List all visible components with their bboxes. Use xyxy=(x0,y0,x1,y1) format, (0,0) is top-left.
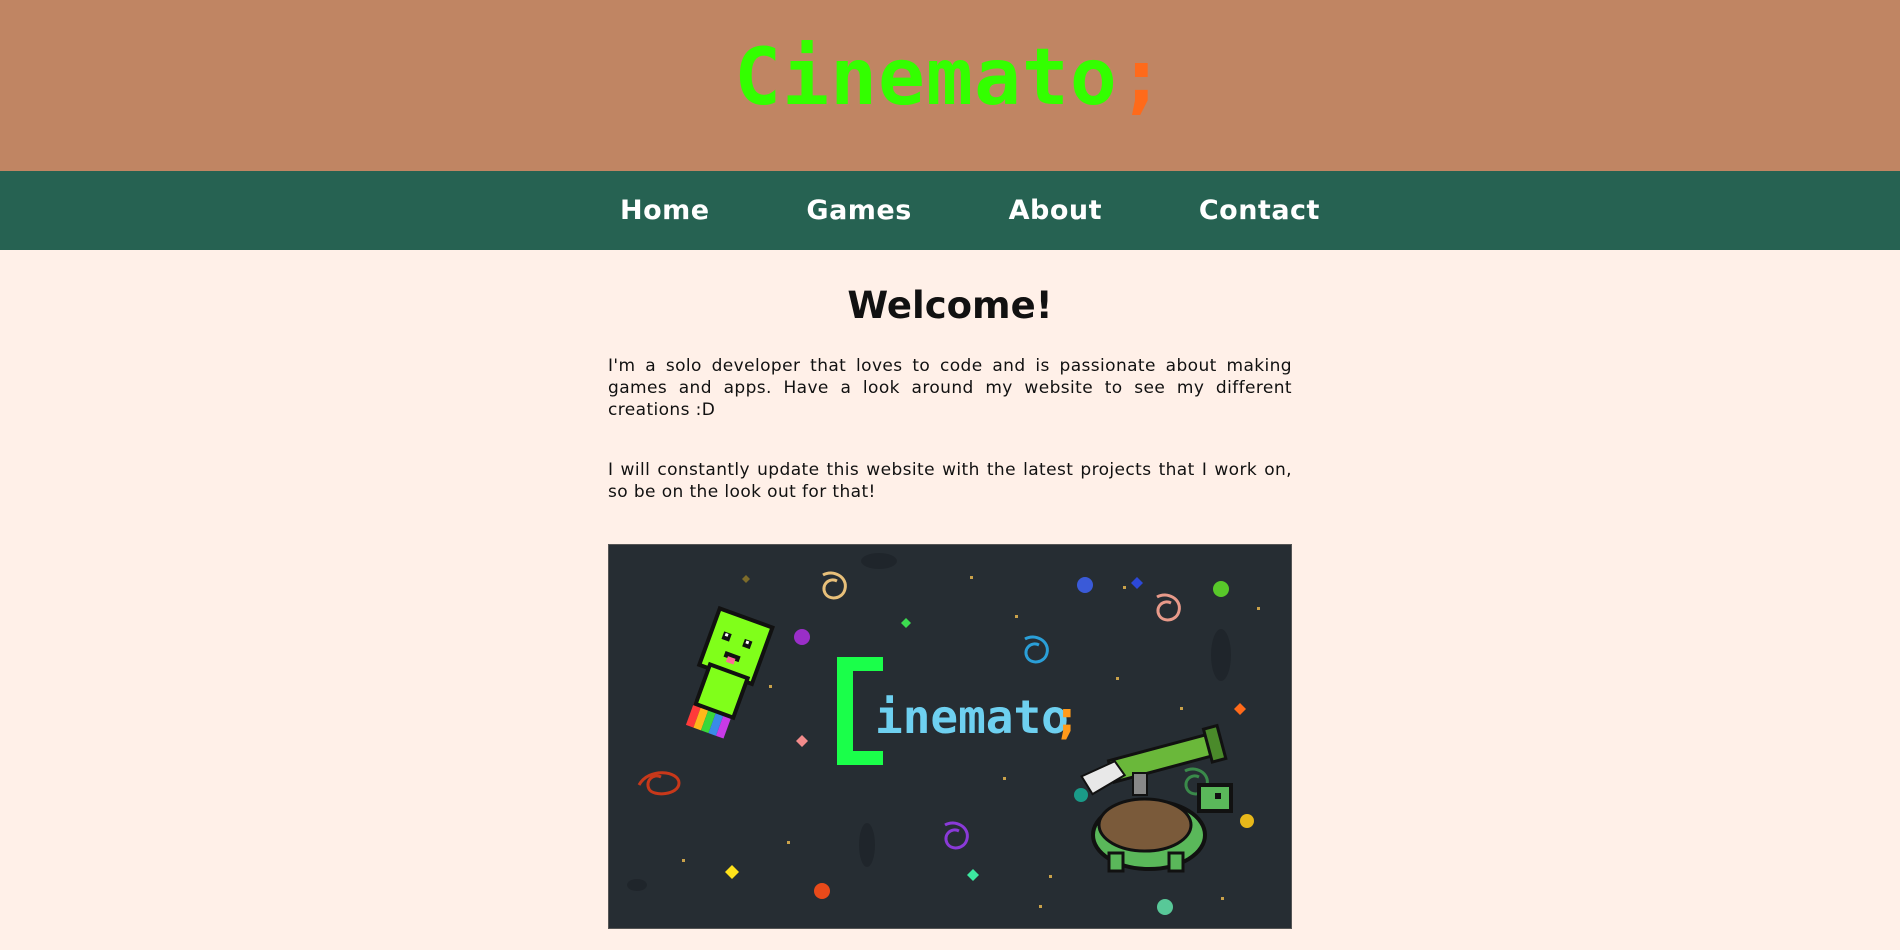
main-nav: Home Games About Contact xyxy=(0,171,1900,250)
logo-text: Cinemato xyxy=(734,32,1118,123)
banner-logo-semicolon: ; xyxy=(1053,690,1081,744)
banner-logo-text: inemato xyxy=(875,690,1069,744)
main-content: Welcome! I'm a solo developer that loves… xyxy=(608,286,1292,929)
banner-art: inemato ; xyxy=(627,553,1260,915)
nav-home-link[interactable]: Home xyxy=(620,195,710,226)
intro-paragraph: I'm a solo developer that loves to code … xyxy=(608,356,1292,420)
page-title: Welcome! xyxy=(847,284,1053,327)
nav-games-link[interactable]: Games xyxy=(806,195,911,226)
site-logo[interactable]: Cinemato; xyxy=(734,39,1166,117)
nav-about-link[interactable]: About xyxy=(1009,195,1102,226)
turtle-telescope-icon xyxy=(1080,723,1233,873)
update-paragraph: I will constantly update this website wi… xyxy=(608,460,1292,502)
nav-contact-link[interactable]: Contact xyxy=(1199,195,1320,226)
logo-semicolon: ; xyxy=(1117,32,1166,123)
banner-image: inemato ; xyxy=(608,544,1292,929)
green-mascot-icon xyxy=(685,605,775,739)
site-header: Cinemato; xyxy=(0,0,1900,171)
